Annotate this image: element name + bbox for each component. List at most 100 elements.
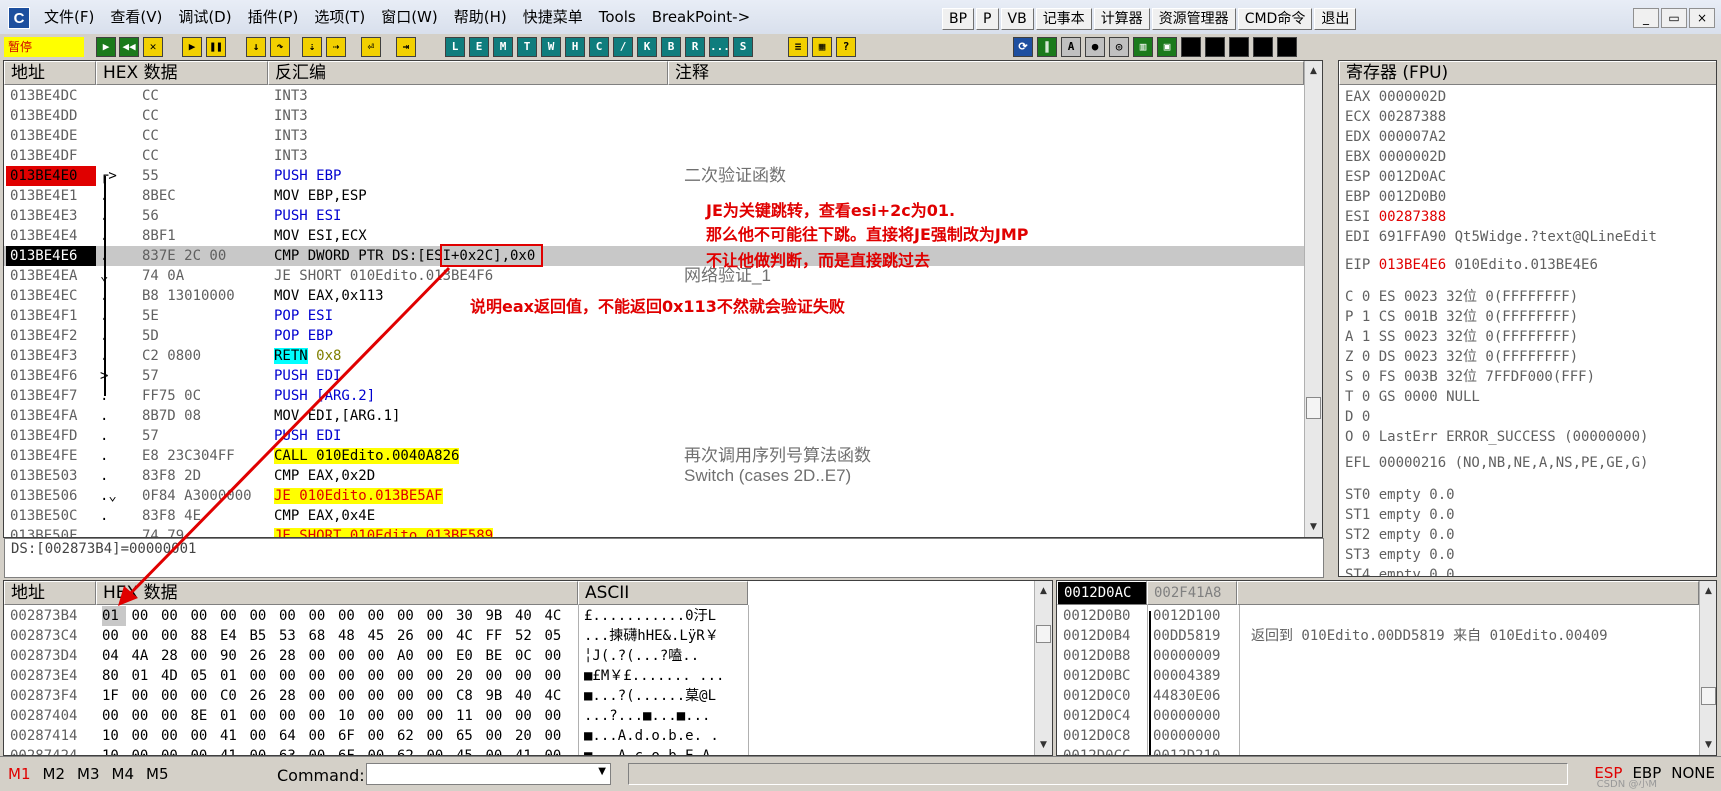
monitor-icon[interactable]: ▣ bbox=[1157, 37, 1177, 57]
dump-byte[interactable]: 00 bbox=[397, 666, 421, 686]
dump-byte[interactable]: E0 bbox=[456, 646, 480, 666]
dump-byte[interactable]: 00 bbox=[132, 706, 156, 726]
dump-byte[interactable]: 62 bbox=[397, 746, 421, 755]
dump-byte[interactable]: 00 bbox=[397, 686, 421, 706]
registers-header[interactable]: 寄存器 (FPU) bbox=[1339, 61, 1716, 85]
dump-byte[interactable]: 62 bbox=[397, 726, 421, 746]
dump-byte[interactable]: 00 bbox=[132, 686, 156, 706]
disasm-row[interactable]: 013BE4FA. 8B7D 08 MOV EDI,[ARG.1] bbox=[4, 406, 1304, 426]
dump-byte[interactable]: 0C bbox=[515, 646, 539, 666]
dump-header-address[interactable]: 地址 bbox=[4, 581, 96, 605]
fpu-row[interactable]: ST1 empty 0.0 bbox=[1345, 505, 1455, 525]
dump-byte[interactable]: 00 bbox=[132, 606, 156, 626]
flag-row[interactable]: S 0 FS 003B 32位 7FFDF000(FFF) bbox=[1345, 367, 1595, 387]
dump-byte[interactable]: 9B bbox=[486, 606, 510, 626]
dump-byte[interactable]: C0 bbox=[220, 686, 244, 706]
dump-byte[interactable]: 00 bbox=[161, 606, 185, 626]
col-header-comment[interactable]: 注释 bbox=[668, 61, 1304, 85]
quick-button[interactable]: 退出 bbox=[1314, 8, 1357, 30]
register-row[interactable]: EBP 0012D0B0 bbox=[1345, 187, 1446, 207]
flag-row[interactable]: T 0 GS 0000 NULL bbox=[1345, 387, 1480, 407]
menu-item[interactable]: 快捷菜单 bbox=[515, 8, 591, 27]
disasm-row[interactable]: 013BE4E3.56PUSH ESI bbox=[4, 206, 1304, 226]
disasm-row[interactable]: 013BE4E4.8BF1MOV ESI,ECX bbox=[4, 226, 1304, 246]
disasm-row[interactable]: 013BE4E1.8BECMOV EBP,ESP bbox=[4, 186, 1304, 206]
dump-byte[interactable]: 45 bbox=[456, 746, 480, 755]
fpu-row[interactable]: ST0 empty 0.0 bbox=[1345, 485, 1455, 505]
dump-scrollbar[interactable]: ▲ ▼ bbox=[1034, 581, 1052, 755]
disasm-row[interactable]: 013BE4DC CC INT3 bbox=[4, 86, 1304, 106]
dump-byte[interactable]: 00 bbox=[309, 726, 333, 746]
go-icon[interactable]: ▶ bbox=[96, 37, 116, 57]
dump-byte[interactable]: 05 bbox=[545, 626, 569, 646]
window-10-button[interactable]: R bbox=[685, 37, 705, 57]
stack-header-comment[interactable] bbox=[1237, 581, 1699, 605]
dump-byte[interactable]: 00 bbox=[250, 606, 274, 626]
scroll-down-icon[interactable]: ▼ bbox=[1700, 737, 1716, 753]
disasm-row[interactable]: 013BE4E0 ┌> 55 PUSH EBP 二次验证函数 bbox=[4, 166, 1304, 186]
dump-byte[interactable]: 00 bbox=[545, 706, 569, 726]
dump-byte[interactable]: 00 bbox=[309, 686, 333, 706]
window-5-button[interactable]: H bbox=[565, 37, 585, 57]
menu-item[interactable]: 查看(V) bbox=[102, 8, 170, 27]
disasm-row[interactable]: 013BE4FE. E8 23C304FF CALL 010Edito.0040A8… bbox=[4, 446, 1304, 466]
dump-byte[interactable]: 00 bbox=[545, 666, 569, 686]
register-row[interactable]: EDX 000007A2 bbox=[1345, 127, 1446, 147]
dump-byte[interactable]: 00 bbox=[191, 726, 215, 746]
window-2-button[interactable]: M bbox=[493, 37, 513, 57]
eflags-row[interactable]: EFL 00000216 (NO,NB,NE,A,NS,PE,GE,G) bbox=[1345, 453, 1648, 473]
menu-item[interactable]: 文件(F) bbox=[36, 8, 102, 27]
dump-byte[interactable]: 00 bbox=[397, 706, 421, 726]
disasm-row[interactable]: 013BE4F6>57PUSH EDI bbox=[4, 366, 1304, 386]
scroll-up-icon[interactable]: ▲ bbox=[1035, 583, 1052, 599]
bookmark-m1[interactable]: M1 bbox=[8, 765, 31, 783]
pause-icon[interactable]: ❚❚ bbox=[206, 37, 226, 57]
dump-byte[interactable]: BE bbox=[486, 646, 510, 666]
window-0-button[interactable]: L bbox=[445, 37, 465, 57]
dump-header-hex[interactable]: HEX 数据 bbox=[96, 581, 578, 605]
dump-byte[interactable]: 00 bbox=[545, 726, 569, 746]
disasm-row[interactable]: 013BE4E6.837E 2C 00CMP DWORD PTR DS:[ESI… bbox=[4, 246, 1304, 266]
dump-byte[interactable]: 4C bbox=[545, 686, 569, 706]
flag-row[interactable]: O 0 LastErr ERROR_SUCCESS (00000000) bbox=[1345, 427, 1648, 447]
dump-byte[interactable]: 00 bbox=[427, 746, 451, 755]
dump-row[interactable]: 002873F4 1F 00 00 00 C0 26 28 00 00 00 00 00 C8 9B 40 4C… bbox=[4, 686, 1032, 706]
dump-byte[interactable]: 6F bbox=[338, 726, 362, 746]
scroll-up-icon[interactable]: ▲ bbox=[1305, 63, 1322, 79]
list-icon[interactable]: ≡ bbox=[788, 37, 808, 57]
quick-button[interactable]: 记事本 bbox=[1035, 8, 1092, 30]
stack-row[interactable]: 0012D0BC 00004389 bbox=[1057, 666, 1697, 686]
dump-byte[interactable]: 4A bbox=[132, 646, 156, 666]
dump-byte[interactable]: 00 bbox=[161, 706, 185, 726]
disasm-row[interactable]: 013BE4EA⌄74 0AJE SHORT 010Edito.013BE4F6… bbox=[4, 266, 1304, 286]
scroll-up-icon[interactable]: ▲ bbox=[1700, 583, 1716, 599]
dump-byte[interactable]: 05 bbox=[191, 666, 215, 686]
disasm-row[interactable]: 013BE4DE CC INT3 bbox=[4, 126, 1304, 146]
stack-pane[interactable]: 0012D0AC 002F41A8 0012D0B0 0012D100 0012D0… bbox=[1056, 580, 1717, 756]
disasm-row[interactable]: 013BE4FD. 57 PUSH EDI bbox=[4, 426, 1304, 446]
dump-byte[interactable]: 4C bbox=[545, 606, 569, 626]
dump-byte[interactable]: 00 bbox=[427, 606, 451, 626]
dump-byte[interactable]: 11 bbox=[456, 706, 480, 726]
register-row[interactable]: ESI 00287388 bbox=[1345, 207, 1446, 227]
dump-byte[interactable]: 01 bbox=[220, 706, 244, 726]
stack-header-value[interactable]: 002F41A8 bbox=[1147, 581, 1237, 605]
dump-byte[interactable]: 80 bbox=[102, 666, 126, 686]
window-3-button[interactable]: T bbox=[517, 37, 537, 57]
quick-button[interactable]: P bbox=[976, 8, 999, 30]
blank2-icon[interactable] bbox=[1205, 37, 1225, 57]
a-icon[interactable]: A bbox=[1061, 37, 1081, 57]
status-none[interactable]: NONE bbox=[1671, 764, 1715, 782]
play-icon[interactable]: ▶ bbox=[182, 37, 202, 57]
dump-byte[interactable]: 00 bbox=[279, 666, 303, 686]
blank5-icon[interactable] bbox=[1277, 37, 1297, 57]
dump-byte[interactable]: 20 bbox=[456, 666, 480, 686]
dump-byte[interactable]: 01 bbox=[220, 666, 244, 686]
dump-byte[interactable]: 00 bbox=[309, 646, 333, 666]
dump-byte[interactable]: E4 bbox=[220, 626, 244, 646]
dump-byte[interactable]: 26 bbox=[397, 626, 421, 646]
dump-byte[interactable]: 00 bbox=[191, 746, 215, 755]
dump-byte[interactable]: 00 bbox=[132, 746, 156, 755]
col-header-hex[interactable]: HEX 数据 bbox=[96, 61, 268, 85]
close-icon[interactable]: × bbox=[1689, 8, 1715, 28]
